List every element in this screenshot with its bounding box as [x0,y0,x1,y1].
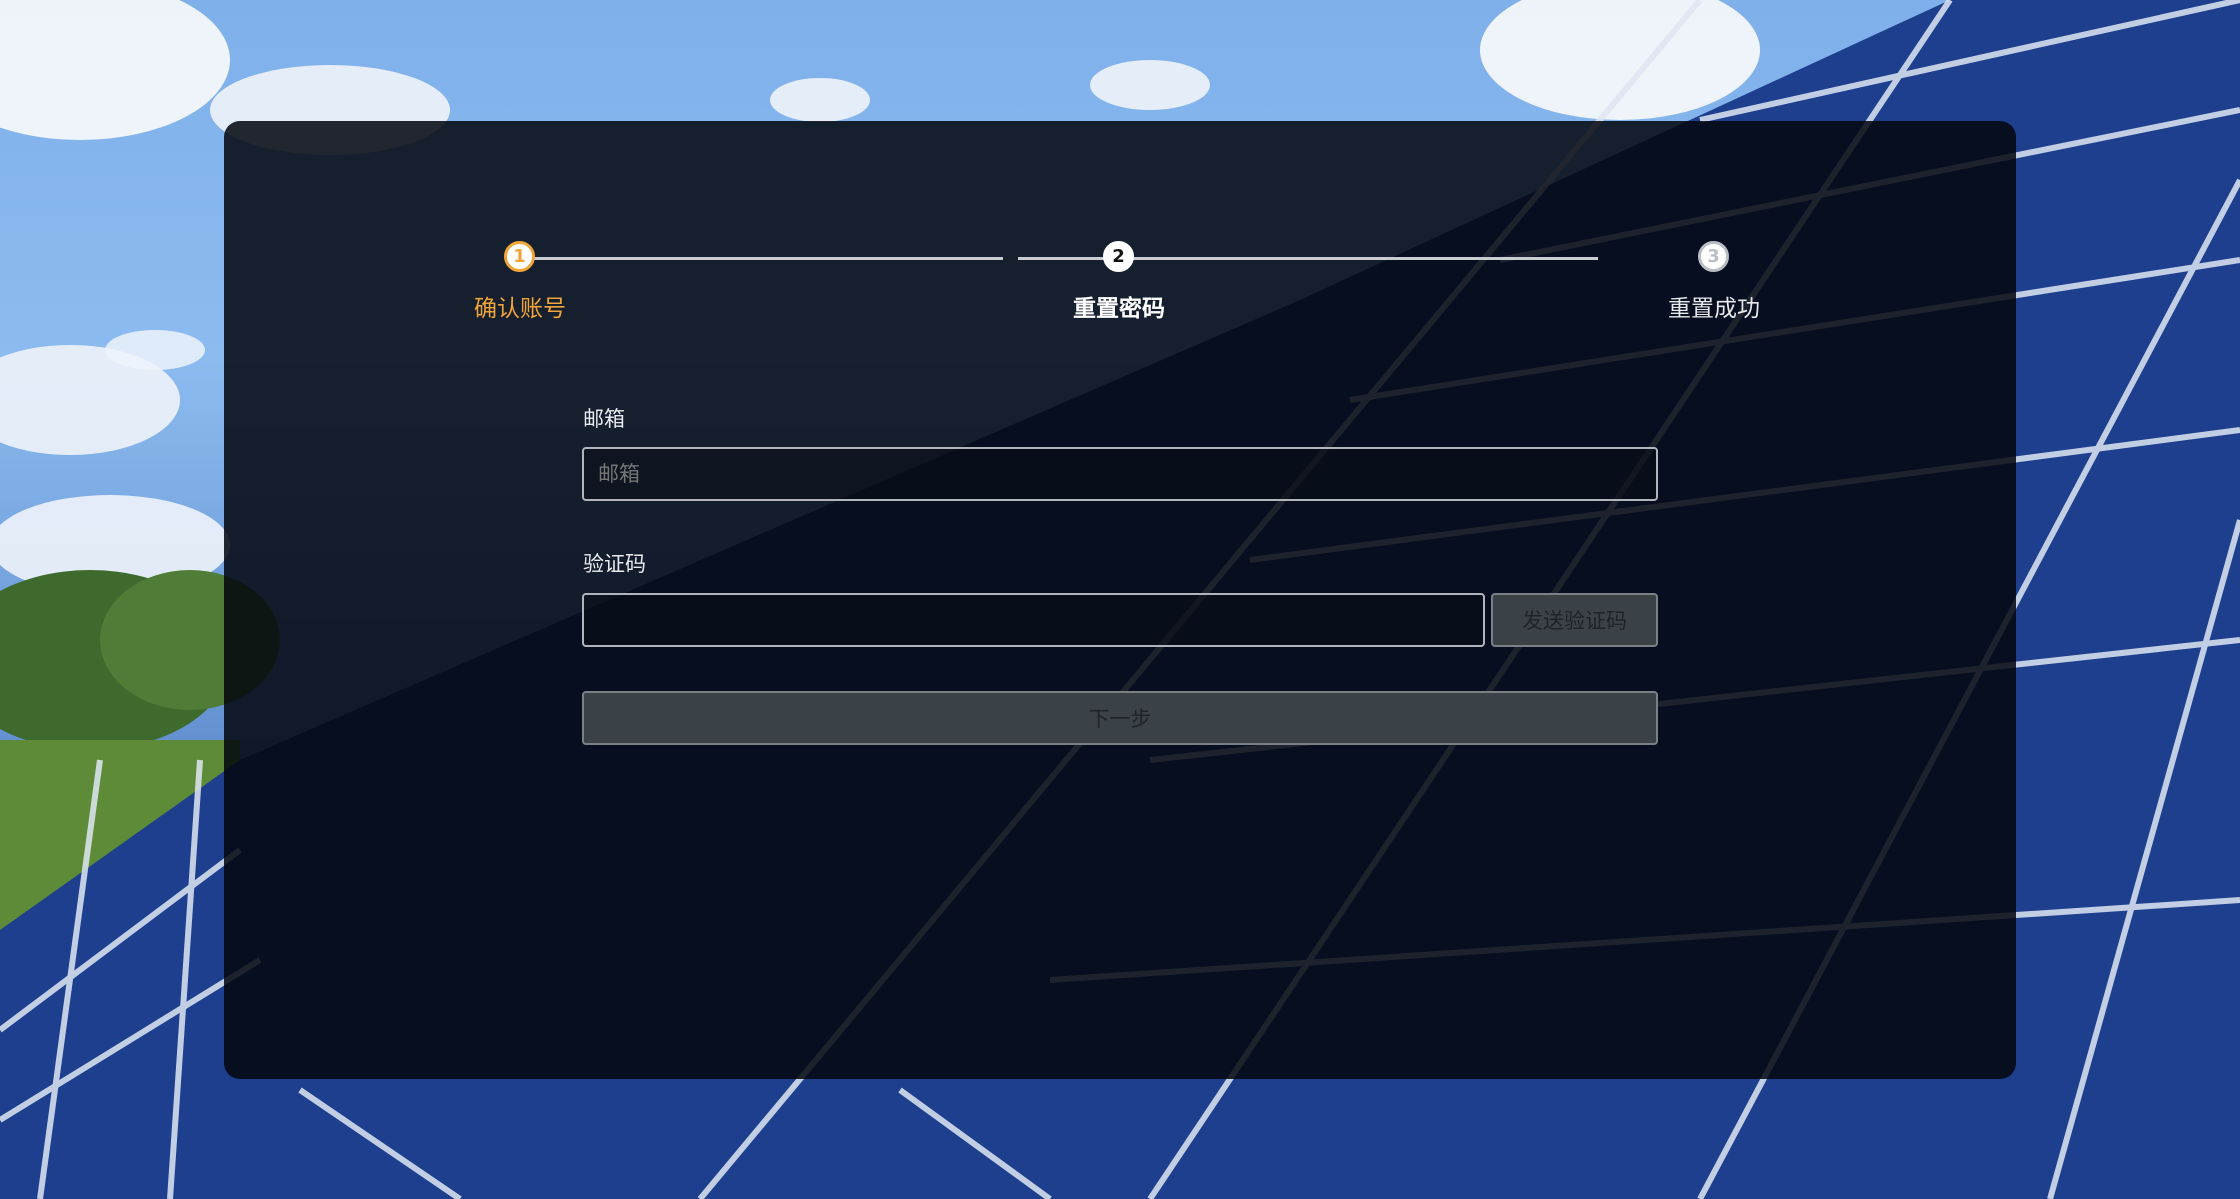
step-3-number: 3 [1707,246,1720,267]
step-1-number: 1 [513,246,526,267]
email-label: 邮箱 [583,407,625,431]
verification-code-label: 验证码 [583,552,646,576]
step-connector-1 [523,257,1003,260]
next-step-button[interactable]: 下一步 [582,691,1658,745]
step-2-indicator: 2 [1103,241,1134,272]
verification-code-field[interactable] [582,593,1485,647]
reset-password-panel: 1 确认账号 2 重置密码 3 重置成功 邮箱 验证码 发送验证码 下一步 [224,121,2016,1079]
send-code-button[interactable]: 发送验证码 [1491,593,1658,647]
email-field[interactable] [582,447,1658,501]
step-3-indicator: 3 [1698,241,1729,272]
step-2-number: 2 [1112,246,1125,267]
step-1-label: 确认账号 [474,296,566,322]
step-2-label: 重置密码 [1073,296,1165,322]
step-1-indicator: 1 [504,241,535,272]
step-3-label: 重置成功 [1668,296,1760,322]
